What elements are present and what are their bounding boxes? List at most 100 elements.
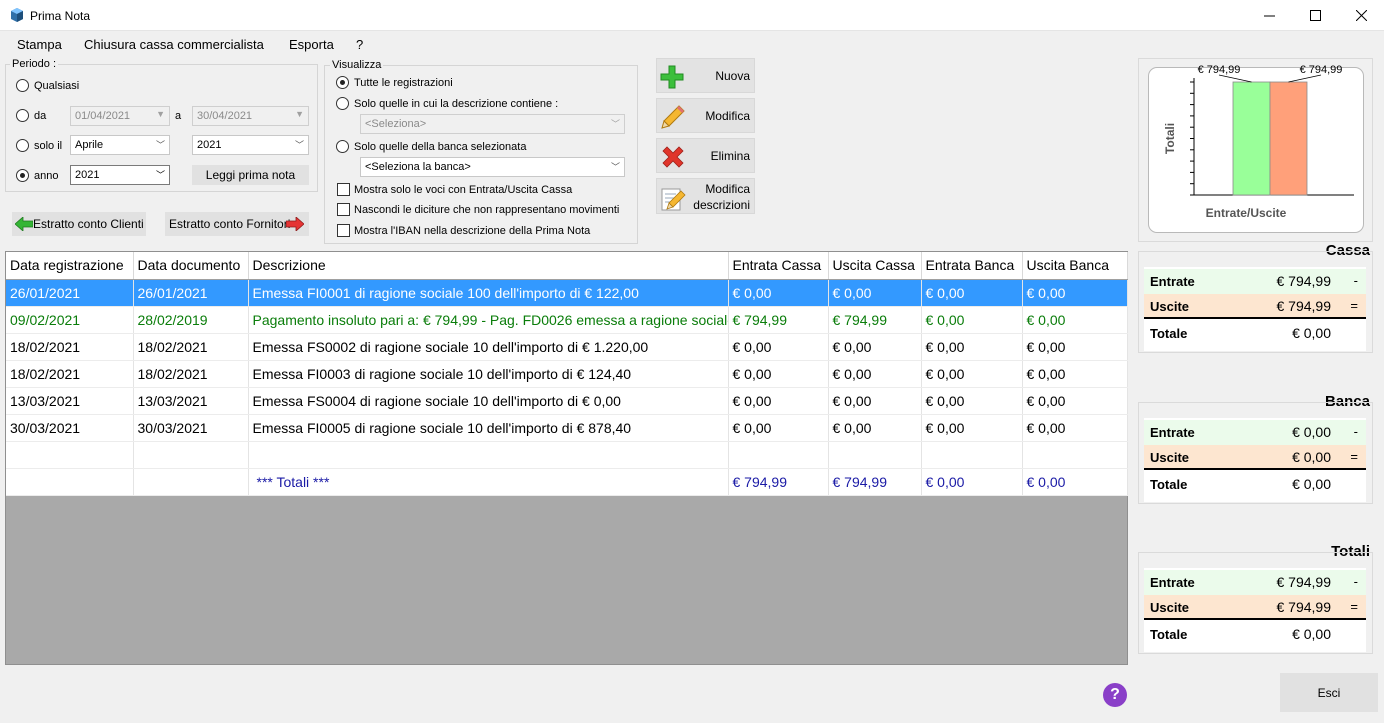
table-cell xyxy=(828,441,922,469)
chevron-down-icon: ▼ xyxy=(295,109,304,119)
table-cell: € 794,99 xyxy=(728,468,829,496)
table-cell: € 0,00 xyxy=(921,333,1023,361)
table-row[interactable]: 09/02/2021 28/02/2019 Pagamento insoluto p… xyxy=(6,306,1128,334)
radio-da[interactable] xyxy=(16,109,29,122)
menu-chiusura-cassa[interactable]: Chiusura cassa commercialista xyxy=(84,37,264,52)
help-icon[interactable]: ? xyxy=(1103,683,1127,707)
radio-solo-il[interactable] xyxy=(16,139,29,152)
table-cell: € 794,99 xyxy=(828,468,922,496)
totali-box: Entrate € 794,99 - Uscite € 794,99 = Totale € 0… xyxy=(1144,568,1366,652)
leggi-prima-nota-button[interactable]: Leggi prima nota xyxy=(192,165,309,185)
radio-banca[interactable] xyxy=(336,140,349,153)
chevron-down-icon: ﹀ xyxy=(294,140,304,150)
elimina-button[interactable]: Elimina xyxy=(656,138,755,173)
uscite-label: Uscite xyxy=(1150,600,1190,615)
table-cell: € 0,00 xyxy=(728,360,829,388)
entrate-label: Entrate xyxy=(1150,274,1195,289)
chevron-down-icon: ﹀ xyxy=(155,140,165,150)
entrate-label: Entrate xyxy=(1150,425,1195,440)
radio-tutte[interactable] xyxy=(336,76,349,89)
title-bar: Prima Nota xyxy=(0,0,1384,31)
table-row[interactable]: 30/03/2021 30/03/2021 Emessa FI0005 di rag… xyxy=(6,414,1128,442)
plus-icon xyxy=(660,65,684,89)
checkbox-solo-cassa[interactable] xyxy=(337,183,350,196)
uscite-value: € 794,99 xyxy=(1276,298,1332,314)
equals-sign: = xyxy=(1350,599,1358,614)
prima-nota-grid[interactable]: Data registrazione Data documento Descrizi… xyxy=(5,251,1128,665)
column-header[interactable]: Entrata Cassa xyxy=(728,252,829,280)
column-header[interactable]: Data documento xyxy=(133,252,249,280)
prima-nota-table: Data registrazione Data documento Descrizi… xyxy=(6,252,1128,496)
table-cell: Emessa FI0003 di ragione sociale 10 dell… xyxy=(248,360,729,388)
minus-sign: - xyxy=(1353,574,1358,589)
estratto-clienti-button[interactable]: Estratto conto Clienti xyxy=(12,212,146,236)
totali-totale-row: Totale € 0,00 xyxy=(1144,622,1366,647)
entrate-value: € 794,99 xyxy=(1276,273,1332,289)
tutte-label: Tutte le registrazioni xyxy=(354,77,453,89)
nuova-button[interactable]: Nuova xyxy=(656,58,755,93)
solo-il-label: solo il xyxy=(34,140,63,152)
data-label: € 794,99 xyxy=(1300,64,1343,76)
a-date-field[interactable]: 30/04/2021 ▼ xyxy=(192,106,309,126)
mese-select[interactable]: Aprile ﹀ xyxy=(70,135,170,155)
close-button[interactable] xyxy=(1338,0,1384,31)
chevron-down-icon: ▼ xyxy=(156,109,165,119)
table-row[interactable]: *** Totali *** € 794,99 € 794,99 € 0,00 € 0,… xyxy=(6,468,1128,496)
anno-select[interactable]: 2021 ﹀ xyxy=(70,165,170,185)
da-label: da xyxy=(34,110,47,122)
entrate-label: Entrate xyxy=(1150,575,1195,590)
chevron-down-icon: ﹀ xyxy=(155,170,165,180)
totali-chart: € 794,99 € 794,99 Entrate/Uscite Totali xyxy=(1163,64,1354,220)
modifica-button[interactable]: Modifica xyxy=(656,98,755,133)
table-row[interactable] xyxy=(6,441,1128,469)
bar-entrate xyxy=(1232,81,1271,196)
radio-anno[interactable] xyxy=(16,169,29,182)
column-header[interactable]: Data registrazione xyxy=(6,252,134,280)
edit-document-icon xyxy=(661,188,686,211)
minus-sign: - xyxy=(1353,424,1358,439)
table-cell: € 0,00 xyxy=(921,306,1023,334)
window-title: Prima Nota xyxy=(30,9,91,23)
banca-select[interactable]: <Seleziona la banca> ﹀ xyxy=(360,157,625,177)
menu-esporta[interactable]: Esporta xyxy=(289,37,334,52)
menu-help[interactable]: ? xyxy=(356,37,363,52)
table-cell: 30/03/2021 xyxy=(6,414,134,442)
column-header[interactable]: Uscita Banca xyxy=(1022,252,1128,280)
table-row[interactable]: 18/02/2021 18/02/2021 Emessa FI0003 di rag… xyxy=(6,360,1128,388)
qualsiasi-label: Qualsiasi xyxy=(34,80,80,92)
anno-solo-select[interactable]: 2021 ﹀ xyxy=(192,135,309,155)
banca-totale-row: Totale € 0,00 xyxy=(1144,472,1366,497)
chevron-down-icon: ﹀ xyxy=(610,119,620,129)
data-label-leader xyxy=(1218,74,1252,83)
table-cell: 18/02/2021 xyxy=(6,360,134,388)
menu-stampa[interactable]: Stampa xyxy=(17,37,62,52)
table-cell: € 0,00 xyxy=(921,279,1023,307)
estratto-fornitori-label: Estratto conto Fornitori xyxy=(169,217,291,231)
checkbox-nascondi-diciture[interactable] xyxy=(337,203,350,216)
da-date-field[interactable]: 01/04/2021 ▼ xyxy=(70,106,170,126)
column-header[interactable]: Entrata Banca xyxy=(921,252,1023,280)
esci-button[interactable]: Esci xyxy=(1280,673,1378,712)
table-row[interactable]: 26/01/2021 26/01/2021 Emessa FI0001 di rag… xyxy=(6,279,1128,307)
radio-descrizione[interactable] xyxy=(336,97,349,110)
data-label-leader xyxy=(1288,74,1322,83)
table-cell: € 0,00 xyxy=(1022,468,1128,496)
table-row[interactable]: 13/03/2021 13/03/2021 Emessa FS0004 di rag… xyxy=(6,387,1128,415)
minimize-icon xyxy=(1263,15,1275,17)
checkbox-mostra-iban[interactable] xyxy=(337,224,350,237)
table-cell: € 0,00 xyxy=(728,414,829,442)
totali-entrate-row: Entrate € 794,99 - xyxy=(1144,570,1366,595)
radio-qualsiasi[interactable] xyxy=(16,79,29,92)
column-header[interactable]: Descrizione xyxy=(248,252,729,280)
estratto-clienti-label: Estratto conto Clienti xyxy=(33,217,144,231)
modifica-descrizioni-button[interactable]: Modifica descrizioni xyxy=(656,178,755,214)
table-row[interactable]: 18/02/2021 18/02/2021 Emessa FS0002 di rag… xyxy=(6,333,1128,361)
table-cell: € 0,00 xyxy=(921,360,1023,388)
minimize-button[interactable] xyxy=(1246,0,1292,31)
descrizione-select[interactable]: <Seleziona> ﹀ xyxy=(360,114,625,134)
table-cell: 13/03/2021 xyxy=(133,387,249,415)
maximize-button[interactable] xyxy=(1292,0,1338,31)
column-header[interactable]: Uscita Cassa xyxy=(828,252,922,280)
table-cell: 09/02/2021 xyxy=(6,306,134,334)
estratto-fornitori-button[interactable]: Estratto conto Fornitori xyxy=(165,212,309,236)
